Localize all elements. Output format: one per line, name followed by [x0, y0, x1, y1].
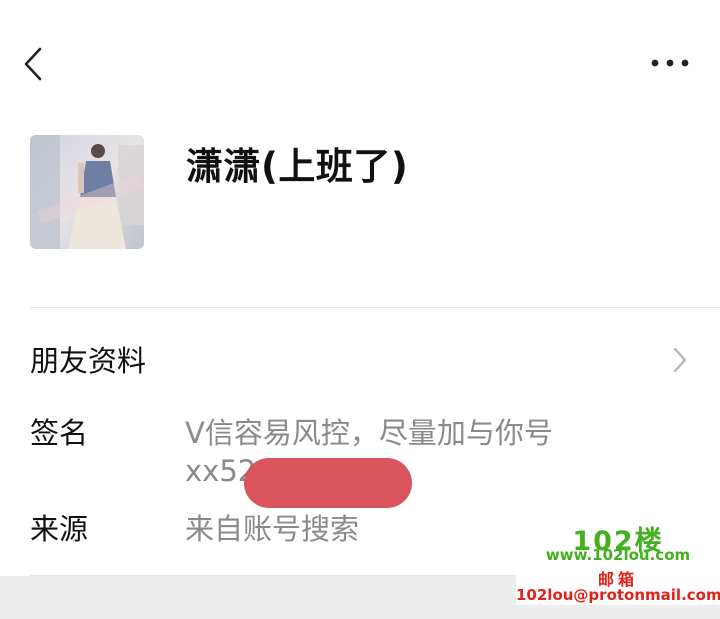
- more-horizontal-icon: [651, 59, 689, 67]
- more-button[interactable]: [648, 50, 692, 76]
- watermark-site: www.102lou.com: [545, 546, 691, 564]
- avatar[interactable]: [30, 135, 144, 249]
- friend-info-label: 朋友资料: [30, 344, 147, 378]
- redaction-mark: [244, 458, 412, 508]
- chevron-left-icon: [24, 47, 42, 81]
- source-label: 来源: [30, 512, 89, 546]
- watermark-mail: 102lou@protonmail.com: [516, 586, 720, 604]
- back-button[interactable]: [18, 44, 52, 84]
- signature-value-line1: V信容易风控，尽量加与你号: [185, 416, 553, 450]
- nickname: 潇潇(上班了): [186, 145, 409, 188]
- chevron-right-icon: [670, 346, 690, 374]
- avatar-photo: [30, 135, 144, 249]
- signature-label: 签名: [30, 416, 89, 450]
- source-value: 来自账号搜索: [185, 512, 360, 546]
- divider: [30, 307, 720, 308]
